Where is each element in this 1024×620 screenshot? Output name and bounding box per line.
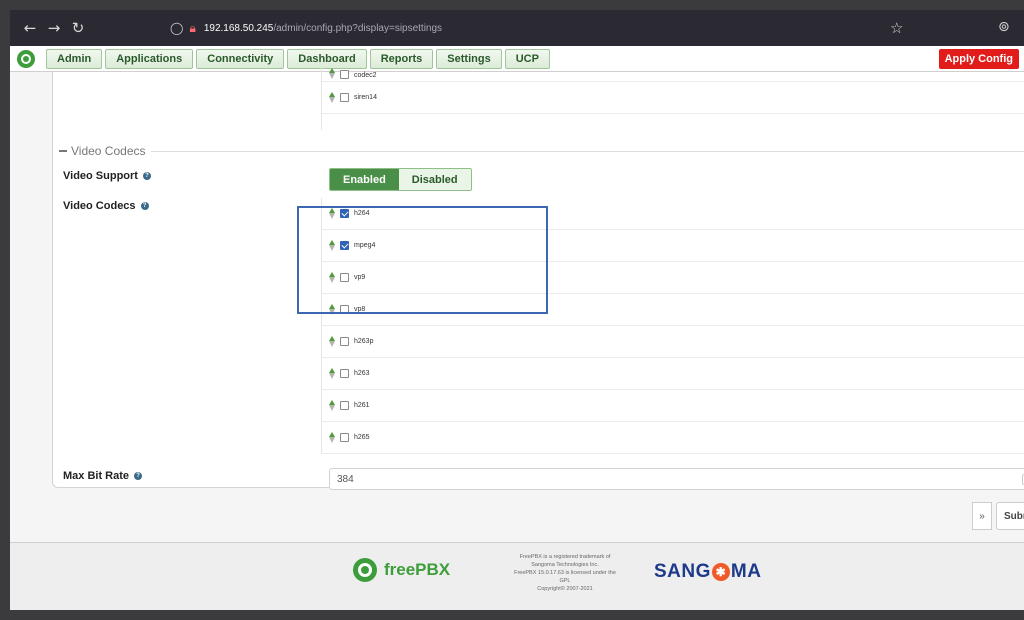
footer-legal-text: FreePBX is a registered trademark of San… [490,553,640,593]
help-icon[interactable]: ? [142,172,151,180]
nav-dashboard[interactable]: Dashboard [287,48,367,69]
max-bit-rate-input[interactable]: 384 ▴▾ [329,468,1024,490]
codec-row: h261 [322,390,1024,422]
drag-handle-icon[interactable] [329,92,335,103]
help-icon[interactable]: ? [140,202,149,210]
drag-handle-icon[interactable] [329,336,335,347]
freepbx-logo-icon[interactable] [16,49,36,69]
toggle-disabled-button[interactable]: Disabled [398,169,471,190]
legal-line: FreePBX 15.0.17.63 is licensed under the [514,570,616,576]
codec-name: h263p [354,338,374,345]
bookmark-star-icon[interactable]: ☆ [890,19,903,37]
pocket-icon[interactable]: ⊚ [998,19,1010,35]
codec-row: h263 [322,358,1024,390]
collapse-icon [59,150,67,152]
drag-handle-icon[interactable] [329,368,335,379]
video-codecs-section-title[interactable]: Video Codecs [59,144,146,158]
freepbx-logo[interactable]: freePBX [352,557,450,583]
video-support-label: Video Support ? [63,170,151,182]
freepbx-mark-icon [353,558,377,582]
codec-row: siren14 [322,82,1024,114]
arrow-left-icon[interactable]: ← [18,19,42,37]
drag-handle-icon[interactable] [329,400,335,411]
audio-codec-list: codec2 siren14 [321,68,1024,130]
legal-line: FreePBX is a registered trademark of [519,554,611,560]
help-icon[interactable]: ? [134,472,143,480]
max-bit-rate-label: Max Bit Rate ? [63,470,143,482]
codec-checkbox[interactable] [340,433,349,442]
url-host: 192.168.50.245 [203,22,274,34]
section-divider [151,151,1024,152]
toggle-enabled-button[interactable]: Enabled [330,169,399,190]
reload-icon[interactable]: ↻ [66,19,90,37]
codec-checkbox[interactable] [340,401,349,410]
settings-panel: codec2 siren14 Video Codecs Video Suppor… [52,68,1024,490]
nav-admin[interactable]: Admin [46,48,103,69]
url-bar[interactable]: ◯ 🔒︎ 192.168.50.245/admin/config.php?dis… [170,16,930,40]
video-codecs-label: Video Codecs ? [63,200,149,212]
label-text: Video Support [63,170,138,182]
codec-row: codec2 [322,68,1024,82]
nav-applications[interactable]: Applications [105,48,194,69]
page-footer: freePBX FreePBX is a registered trademar… [10,542,1024,610]
label-text: Video Codecs [63,200,136,212]
drag-handle-icon[interactable] [329,432,335,443]
label-text: Max Bit Rate [63,470,130,482]
lock-icon: 🔒︎ [189,20,196,35]
codec-name: siren14 [354,94,377,101]
submit-button[interactable]: Subr [996,502,1024,530]
url-path: /admin/config.php?display=sipsettings [273,22,443,34]
nav-reports[interactable]: Reports [369,48,434,69]
max-bit-rate-value: 384 [337,473,354,485]
codec-row: h263p [322,326,1024,358]
nav-settings[interactable]: Settings [436,48,502,69]
nav-ucp[interactable]: UCP [504,48,550,69]
form-actions: » Subr [972,502,1024,530]
freepbx-wordmark: freePBX [384,560,451,579]
codec-checkbox[interactable] [340,70,349,79]
codec-checkbox[interactable] [340,369,349,378]
codec-checkbox[interactable] [340,93,349,102]
nav-connectivity[interactable]: Connectivity [196,48,285,69]
shield-icon: ◯ [170,21,184,35]
video-support-toggle: Enabled Disabled [329,168,472,191]
codec-name: h261 [354,402,370,409]
apply-config-button[interactable]: Apply Config [938,49,1019,69]
codec-row: h265 [322,422,1024,454]
codec-name: codec2 [354,72,377,79]
highlight-annotation-box [297,206,548,314]
codec-name: h263 [354,370,370,377]
sangoma-mark-icon: ✱ [711,563,730,581]
browser-toolbar: ← → ↻ ◯ 🔒︎ 192.168.50.245/admin/config.p… [10,10,1024,46]
section-title-text: Video Codecs [71,144,146,158]
next-button[interactable]: » [972,502,992,530]
codec-checkbox[interactable] [340,337,349,346]
arrow-right-icon[interactable]: → [42,19,66,37]
legal-line: Sangoma Technologies Inc. [531,562,599,568]
legal-line: Copyright© 2007-2021 [537,586,593,592]
browser-window: ← → ↻ ◯ 🔒︎ 192.168.50.245/admin/config.p… [10,10,1024,610]
codec-name: h265 [354,434,370,441]
legal-line: GPL [559,578,571,584]
sangoma-logo[interactable]: SANG ✱ MA [654,561,761,583]
drag-handle-icon[interactable] [329,68,335,79]
